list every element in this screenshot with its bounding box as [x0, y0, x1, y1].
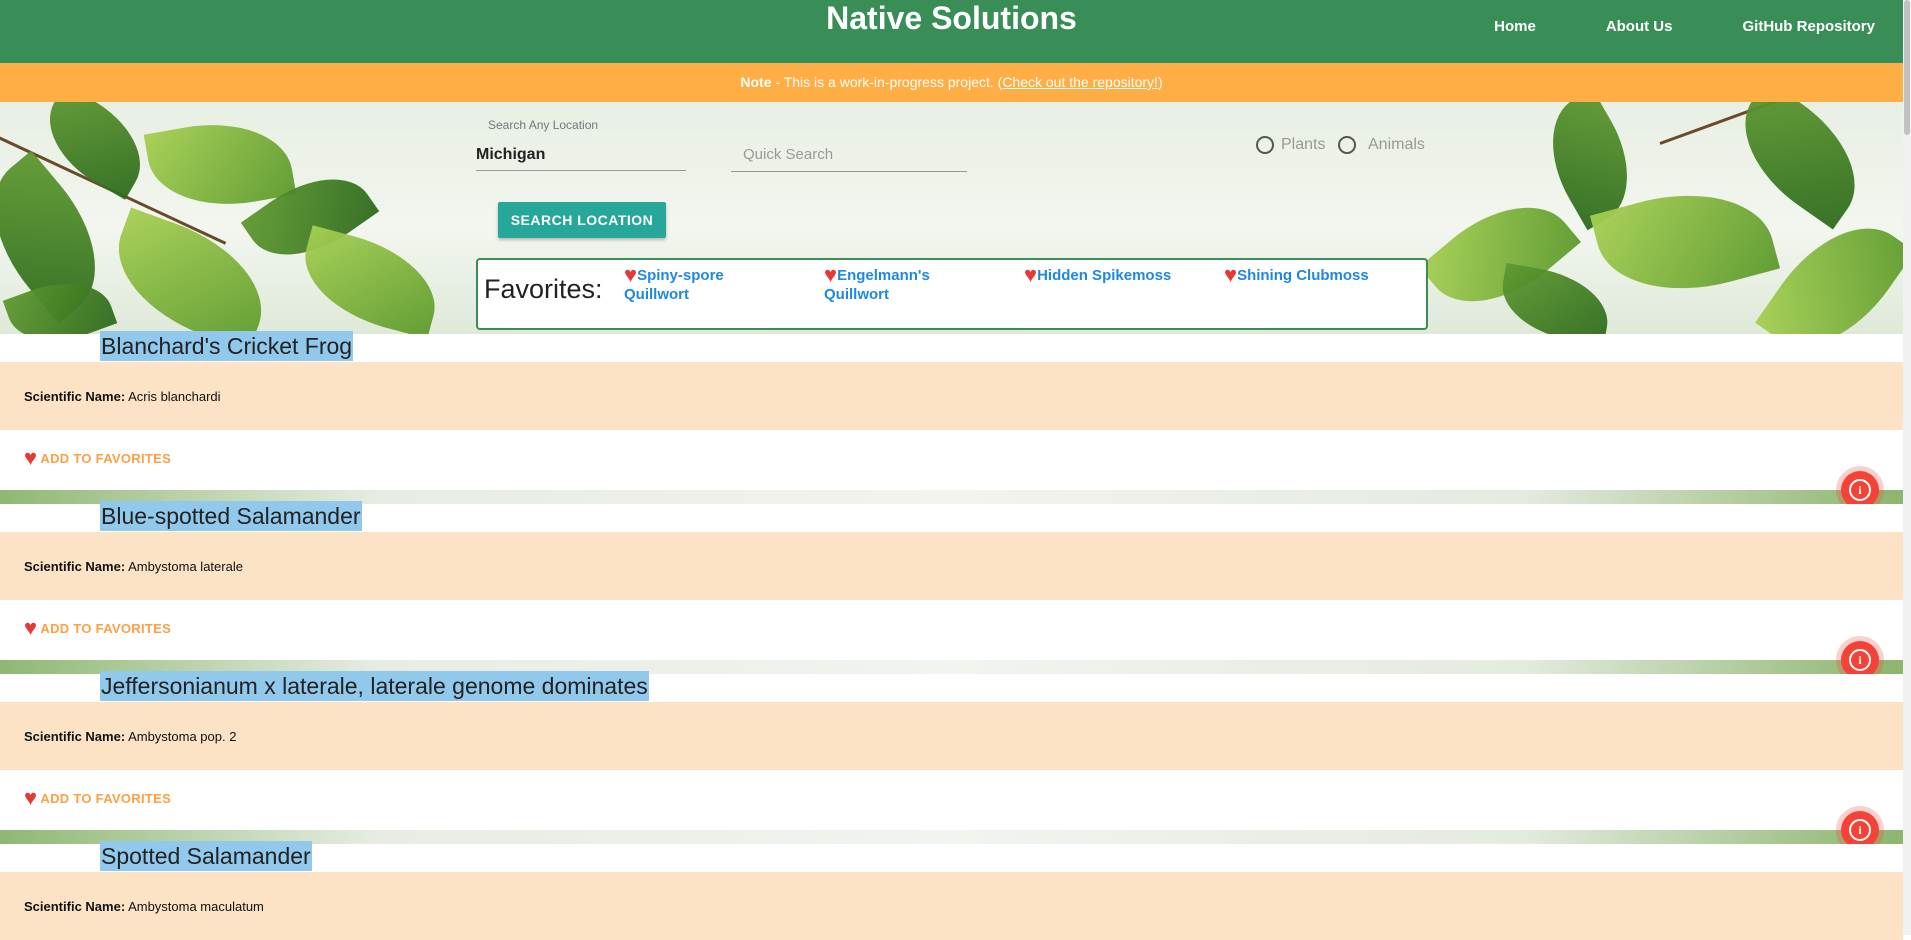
add-to-favorites-label: ADD TO FAVORITES — [40, 791, 172, 806]
scientific-name-value: Ambystoma pop. 2 — [128, 729, 237, 744]
heart-icon: ♥ — [824, 262, 838, 287]
scientific-name-label: Scientific Name: — [24, 729, 126, 744]
favorites-card: Favorites: ♥Spiny-spore Quillwort ♥Engel… — [476, 258, 1428, 330]
note-close: ) — [1157, 74, 1163, 90]
scientific-name-row: Scientific Name: Acris blanchardi — [0, 362, 1903, 430]
heart-icon: ♥ — [24, 445, 38, 470]
note-label: Note — [740, 74, 772, 90]
heart-icon: ♥ — [24, 785, 38, 810]
favorites-title: Favorites: — [484, 274, 603, 304]
info-icon: i — [1849, 479, 1871, 501]
info-icon: i — [1849, 819, 1871, 841]
result-card: Jeffersonianum x laterale, laterale geno… — [0, 671, 1903, 844]
location-input[interactable] — [476, 140, 686, 171]
favorite-item[interactable]: ♥Hidden Spikemoss — [1024, 264, 1214, 286]
leaf-decoration — [292, 225, 448, 334]
card-header: Spotted Salamander — [0, 841, 1903, 871]
card-header: Jeffersonianum x laterale, laterale geno… — [0, 671, 1903, 701]
add-to-favorites-label: ADD TO FAVORITES — [40, 621, 172, 636]
scientific-name-row: Scientific Name: Ambystoma laterale — [0, 532, 1903, 600]
card-header: Blue-spotted Salamander — [0, 501, 1903, 531]
note-text: - This is a work-in-progress project. ( — [771, 74, 1003, 90]
favorite-item[interactable]: ♥Engelmann's Quillwort — [824, 264, 974, 304]
quick-search-input[interactable] — [731, 138, 967, 172]
scientific-name-value: Ambystoma laterale — [128, 559, 243, 574]
heart-icon: ♥ — [24, 615, 38, 640]
favorite-item-label: Spiny-spore Quillwort — [624, 267, 724, 303]
add-to-favorites-label: ADD TO FAVORITES — [40, 451, 172, 466]
favorite-item[interactable]: ♥Shining Clubmoss — [1224, 264, 1414, 286]
card-actions: ♥ ADD TO FAVORITES — [0, 770, 1903, 830]
species-name: Jeffersonianum x laterale, laterale geno… — [100, 671, 649, 701]
nav-links: Home About Us GitHub Repository — [1424, 18, 1875, 35]
card-actions: ♥ ADD TO FAVORITES — [0, 600, 1903, 660]
scrollbar-thumb[interactable] — [1904, 0, 1910, 135]
plants-radio-label[interactable]: Plants — [1281, 136, 1325, 154]
add-to-favorites-button[interactable]: ♥ ADD TO FAVORITES — [24, 617, 172, 639]
card-header: Blanchard's Cricket Frog — [0, 331, 1903, 361]
animals-radio[interactable] — [1338, 136, 1356, 154]
search-location-button[interactable]: SEARCH LOCATION — [498, 202, 666, 238]
result-card: Blue-spotted Salamander Scientific Name:… — [0, 501, 1903, 674]
page-scrollbar[interactable] — [1903, 0, 1911, 935]
scientific-name-label: Scientific Name: — [24, 389, 126, 404]
top-navbar: Native Solutions Home About Us GitHub Re… — [0, 0, 1903, 63]
species-name: Blue-spotted Salamander — [100, 501, 362, 531]
scientific-name-row: Scientific Name: Ambystoma maculatum — [0, 872, 1903, 940]
heart-icon: ♥ — [624, 262, 638, 287]
scientific-name-label: Scientific Name: — [24, 559, 126, 574]
nav-github-repository[interactable]: GitHub Repository — [1742, 18, 1875, 35]
add-to-favorites-button[interactable]: ♥ ADD TO FAVORITES — [24, 447, 172, 469]
leaf-decoration — [1495, 262, 1615, 334]
repository-link[interactable]: Check out the repository! — [1002, 74, 1158, 90]
scientific-name-value: Ambystoma maculatum — [128, 899, 264, 914]
species-name: Blanchard's Cricket Frog — [100, 331, 354, 361]
favorite-item-label: Hidden Spikemoss — [1037, 267, 1172, 284]
animals-radio-label[interactable]: Animals — [1368, 136, 1425, 154]
heart-icon: ♥ — [1024, 262, 1038, 287]
add-to-favorites-button[interactable]: ♥ ADD TO FAVORITES — [24, 787, 172, 809]
info-icon: i — [1849, 649, 1871, 671]
scientific-name-value: Acris blanchardi — [128, 389, 221, 404]
scientific-name-row: Scientific Name: Ambystoma pop. 2 — [0, 702, 1903, 770]
scientific-name-label: Scientific Name: — [24, 899, 126, 914]
favorite-item[interactable]: ♥Spiny-spore Quillwort — [624, 264, 774, 304]
favorite-item-label: Shining Clubmoss — [1237, 267, 1369, 284]
card-actions: ♥ ADD TO FAVORITES — [0, 430, 1903, 490]
species-name: Spotted Salamander — [100, 841, 312, 871]
nav-about-us[interactable]: About Us — [1606, 18, 1673, 35]
note-banner: Note - This is a work-in-progress projec… — [0, 63, 1903, 102]
result-card: Spotted Salamander Scientific Name: Amby… — [0, 841, 1903, 940]
plants-radio[interactable] — [1256, 136, 1274, 154]
heart-icon: ♥ — [1224, 262, 1238, 287]
favorite-item-label: Engelmann's Quillwort — [824, 267, 930, 303]
result-card: Blanchard's Cricket Frog Scientific Name… — [0, 331, 1903, 504]
nav-home[interactable]: Home — [1494, 18, 1536, 35]
location-label: Search Any Location — [488, 118, 599, 132]
